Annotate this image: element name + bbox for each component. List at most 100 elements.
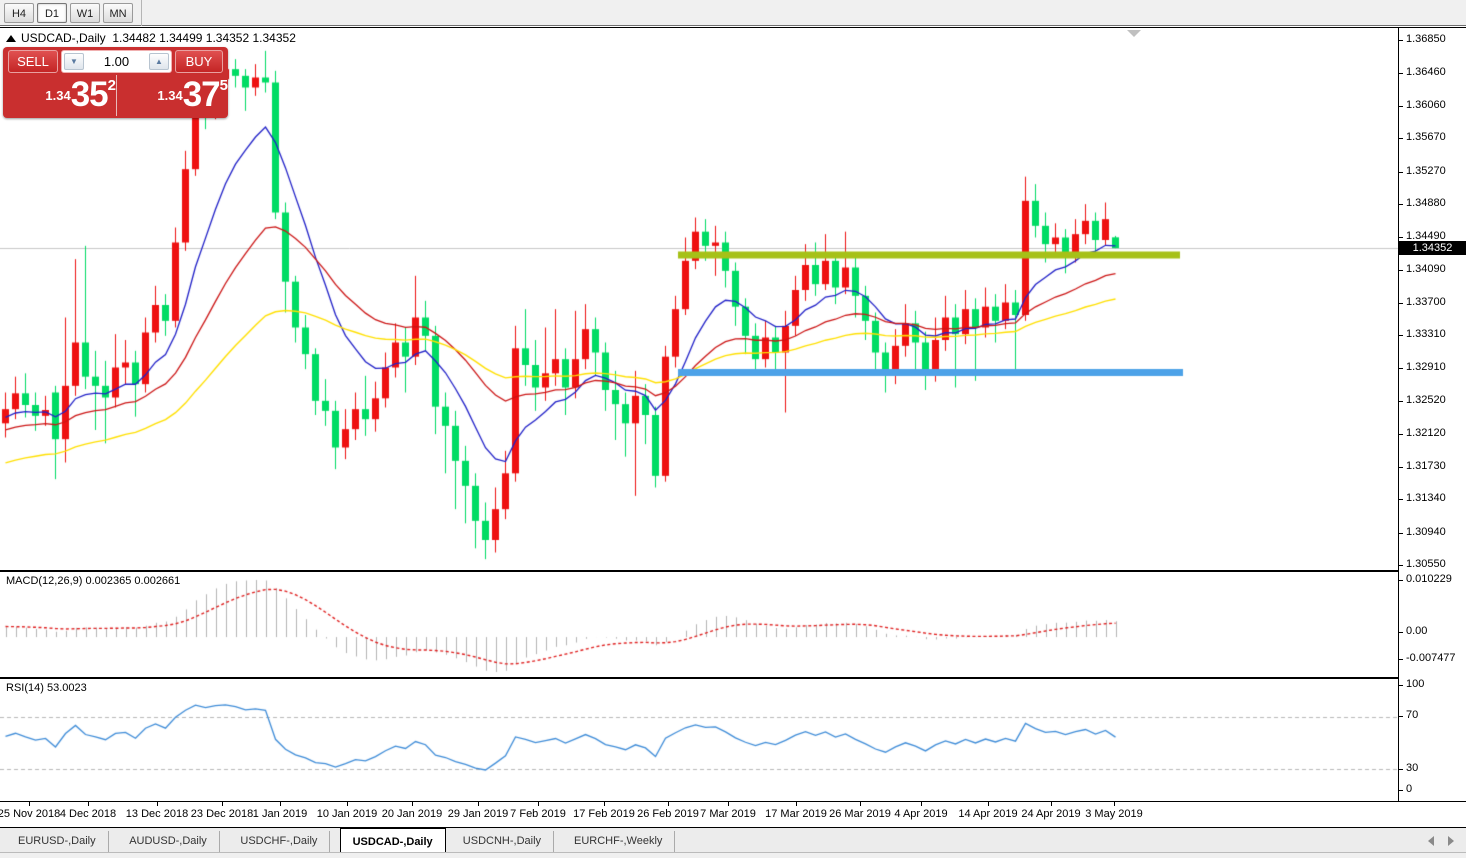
price-axis-tick	[1399, 335, 1403, 336]
price-axis-label: 1.36850	[1406, 33, 1446, 45]
price-axis-label: 1.30940	[1406, 526, 1446, 538]
date-axis-tick	[157, 802, 158, 806]
price-axis-tick	[1399, 73, 1403, 74]
tabs-scroll-left-icon[interactable]	[1428, 836, 1434, 846]
date-axis-tick	[604, 802, 605, 806]
rsi-label: RSI(14) 53.0023	[6, 682, 87, 694]
price-axis-tick	[1399, 401, 1403, 402]
date-axis-label: 26 Feb 2019	[637, 808, 699, 820]
chart-tab-usdchf[interactable]: USDCHF-,Daily	[228, 831, 330, 852]
trading-terminal: H4D1W1MN 1.368501.364601.360601.356701.3…	[0, 0, 1466, 858]
date-axis-tick	[1051, 802, 1052, 806]
chart-tab-audusd[interactable]: AUDUSD-,Daily	[117, 831, 220, 852]
price-axis-label: 1.35270	[1406, 165, 1446, 177]
price-axis-tick	[1399, 204, 1403, 205]
rsi-panel-canvas[interactable]	[0, 679, 1398, 801]
price-axis-label: 1.32120	[1406, 427, 1446, 439]
price-axis-tick	[1399, 499, 1403, 500]
timeframe-tab-d1[interactable]: D1	[37, 3, 67, 23]
price-axis-label: 1.34090	[1406, 263, 1446, 275]
date-axis-label: 3 May 2019	[1085, 808, 1142, 820]
sell-price-pips: 35	[71, 75, 108, 114]
date-axis-tick	[88, 802, 89, 806]
volume-increase-button[interactable]: ▲	[149, 53, 169, 70]
date-axis-label: 1 Jan 2019	[253, 808, 307, 820]
price-axis-tick	[1399, 467, 1403, 468]
date-axis-tick	[222, 802, 223, 806]
rsi-axis-label: 0	[1406, 783, 1412, 795]
panel-divider[interactable]	[0, 677, 1466, 679]
price-axis-tick	[1399, 270, 1403, 271]
price-axis-tick	[1399, 533, 1403, 534]
chart-tab-eurusd[interactable]: EURUSD-,Daily	[6, 831, 109, 852]
timeframe-tab-w1[interactable]: W1	[70, 3, 100, 23]
panel-divider[interactable]	[0, 570, 1466, 572]
date-axis-tick	[796, 802, 797, 806]
macd-axis-tick	[1399, 580, 1403, 581]
macd-axis-tick	[1399, 659, 1403, 660]
volume-input[interactable]: 1.00	[86, 51, 147, 72]
rsi-axis-label: 30	[1406, 762, 1418, 774]
date-axis-label: 17 Mar 2019	[765, 808, 827, 820]
date-axis[interactable]: 25 Nov 20184 Dec 201813 Dec 201823 Dec 2…	[0, 802, 1466, 827]
date-axis-tick	[29, 802, 30, 806]
toolbar-separator	[141, 0, 142, 26]
price-axis-label: 1.31340	[1406, 492, 1446, 504]
date-axis-tick	[478, 802, 479, 806]
price-axis-label: 1.30550	[1406, 558, 1446, 570]
volume-decrease-button[interactable]: ▼	[64, 53, 84, 70]
timeframe-tab-mn[interactable]: MN	[103, 3, 133, 23]
date-axis-label: 7 Feb 2019	[510, 808, 566, 820]
date-axis-label: 4 Dec 2018	[60, 808, 116, 820]
timeframe-bar: H4D1W1MN	[0, 0, 1466, 26]
status-strip	[0, 852, 1466, 858]
chart-tabs-bar: EURUSD-,Daily AUDUSD-,Daily USDCHF-,Daily U…	[0, 827, 1466, 852]
rsi-axis-tick	[1399, 790, 1403, 791]
macd-axis-label: 0.010229	[1406, 573, 1452, 585]
date-axis-tick	[860, 802, 861, 806]
rsi-axis-label: 100	[1406, 678, 1424, 690]
price-axis-label: 1.35670	[1406, 131, 1446, 143]
date-axis-label: 26 Mar 2019	[829, 808, 891, 820]
sell-price[interactable]: 1.34352	[3, 75, 117, 116]
timeframe-tab-h4[interactable]: H4	[4, 3, 34, 23]
price-axis-label: 1.32520	[1406, 394, 1446, 406]
price-axis-label: 1.34490	[1406, 230, 1446, 242]
buy-price[interactable]: 1.34375	[117, 75, 232, 116]
chart-shift-icon[interactable]	[1127, 30, 1141, 37]
rsi-axis-tick	[1399, 716, 1403, 717]
price-axis-tick	[1399, 106, 1403, 107]
price-axis-tick	[1399, 172, 1403, 173]
buy-price-handle: 1.34	[157, 88, 182, 103]
chart-tab-eurchf[interactable]: EURCHF-,Weekly	[562, 831, 675, 852]
date-axis-label: 29 Jan 2019	[448, 808, 509, 820]
sell-button[interactable]: SELL	[8, 50, 58, 73]
date-axis-label: 10 Jan 2019	[317, 808, 378, 820]
chart-tab-usdcnh[interactable]: USDCNH-,Daily	[451, 831, 554, 852]
buy-price-pips: 37	[183, 75, 220, 114]
date-axis-label: 7 Mar 2019	[700, 808, 756, 820]
date-axis-label: 14 Apr 2019	[958, 808, 1017, 820]
buy-button[interactable]: BUY	[175, 50, 223, 73]
price-axis-tick	[1399, 237, 1403, 238]
date-axis-tick	[1114, 802, 1115, 806]
price-axis-label: 1.33310	[1406, 328, 1446, 340]
volume-stepper: ▼ 1.00 ▲	[61, 50, 172, 73]
price-axis-tick	[1399, 303, 1403, 304]
price-axis-label: 1.34880	[1406, 197, 1446, 209]
sell-price-point: 2	[108, 77, 116, 94]
price-axis-tick	[1399, 138, 1403, 139]
date-axis-label: 25 Nov 2018	[0, 808, 60, 820]
tabs-scroll-right-icon[interactable]	[1448, 836, 1454, 846]
chart-symbol-label: USDCAD-,Daily	[21, 31, 106, 45]
current-price-tag: 1.34352	[1399, 241, 1466, 255]
chart-ohlc-values: 1.34482 1.34499 1.34352 1.34352	[112, 31, 296, 45]
date-axis-tick	[988, 802, 989, 806]
date-axis-tick	[538, 802, 539, 806]
macd-axis-tick	[1399, 632, 1403, 633]
macd-axis-label: 0.00	[1406, 625, 1427, 637]
macd-panel-canvas[interactable]	[0, 572, 1398, 677]
price-axis-label: 1.33700	[1406, 296, 1446, 308]
macd-label: MACD(12,26,9) 0.002365 0.002661	[6, 575, 180, 587]
chart-tab-usdcad[interactable]: USDCAD-,Daily	[340, 828, 446, 853]
